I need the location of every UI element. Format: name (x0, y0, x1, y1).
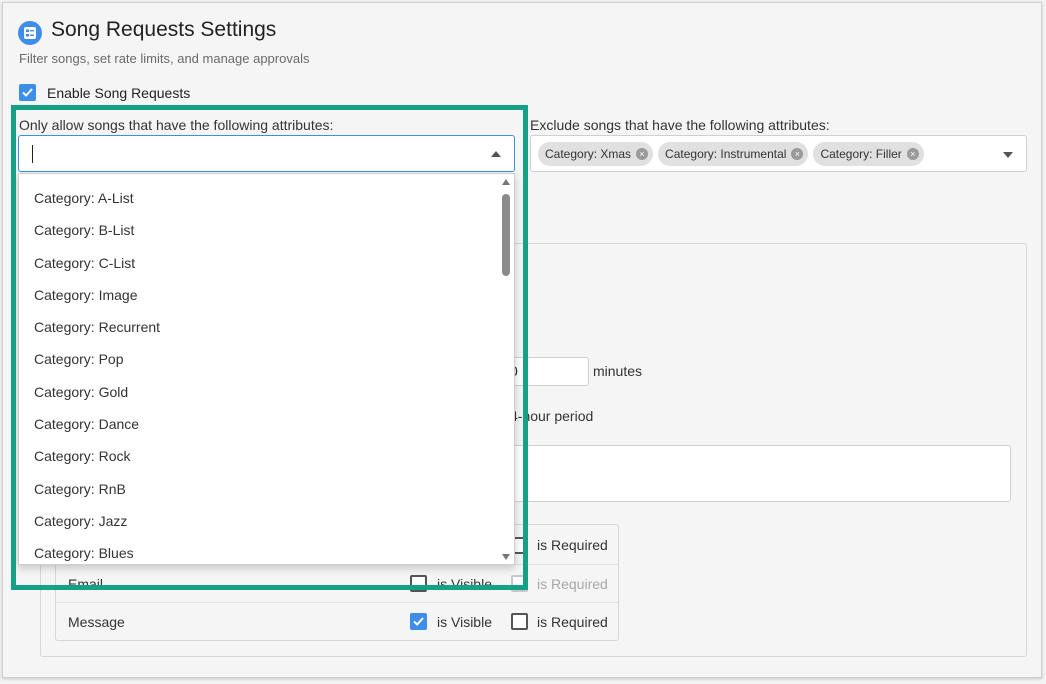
exclude-attributes-input[interactable]: Category: Xmas × Category: Instrumental × Ca… (530, 135, 1027, 172)
page-title: Song Requests Settings (51, 18, 277, 41)
dropdown-option[interactable]: Category: Dance (19, 408, 498, 440)
scroll-down-icon[interactable] (502, 554, 510, 560)
chevron-up-icon[interactable] (491, 151, 501, 157)
dropdown-option[interactable]: Category: Rock (19, 440, 498, 472)
chip-remove-icon[interactable]: × (791, 147, 804, 160)
chip-label: Category: Filler (820, 146, 902, 161)
dropdown-list: Category: A-List Category: B-List Category… (19, 182, 498, 564)
chevron-down-icon[interactable] (1003, 152, 1013, 158)
required-label: is Required (537, 575, 608, 592)
scrollbar-thumb[interactable] (502, 194, 510, 276)
dropdown-option[interactable]: Category: B-List (19, 214, 498, 246)
dropdown-option[interactable]: Category: Blues (19, 537, 498, 564)
chip-remove-icon[interactable]: × (636, 147, 649, 160)
visible-checkbox-message[interactable] (410, 613, 427, 630)
dropdown-option[interactable]: Category: Jazz (19, 505, 498, 537)
dropdown-option[interactable]: Category: Recurrent (19, 311, 498, 343)
dropdown-option[interactable]: Category: Image (19, 279, 498, 311)
dropdown-option[interactable]: Category: Gold (19, 376, 498, 408)
visible-label: is Visible (437, 575, 492, 592)
enable-song-requests-checkbox[interactable] (19, 84, 36, 101)
include-attributes-label: Only allow songs that have the following… (19, 117, 334, 133)
exclude-attributes-label: Exclude songs that have the following at… (530, 117, 830, 133)
checkmark-icon (413, 617, 424, 626)
dropdown-option[interactable]: Category: A-List (19, 182, 498, 214)
required-label: is Required (537, 537, 608, 553)
required-checkbox-message[interactable] (511, 613, 528, 630)
visible-label: is Visible (437, 613, 492, 630)
message-textarea[interactable] (510, 445, 1011, 502)
chip-label: Category: Xmas (545, 146, 632, 161)
dropdown-scrollbar[interactable] (501, 177, 511, 562)
field-name-email: Email (68, 575, 104, 592)
attribute-chip: Category: Xmas × (538, 141, 654, 166)
scroll-up-icon[interactable] (502, 179, 510, 185)
minutes-label: minutes (593, 363, 643, 379)
chip-label: Category: Instrumental (665, 146, 787, 161)
table-row: Email is Visible is Required (56, 564, 618, 602)
include-attributes-input[interactable] (18, 135, 515, 172)
attribute-chip: Category: Instrumental × (658, 141, 809, 166)
page-subtitle: Filter songs, set rate limits, and manag… (19, 51, 310, 66)
field-name-message: Message (68, 613, 125, 630)
table-row: Message is Visible is Required (56, 602, 618, 640)
include-attributes-dropdown: Category: A-List Category: B-List Category… (18, 173, 515, 565)
attribute-chip: Category: Filler × (813, 141, 924, 166)
dropdown-option[interactable]: Category: Pop (19, 343, 498, 375)
visible-checkbox-email[interactable] (410, 575, 427, 592)
enable-song-requests-label: Enable Song Requests (47, 84, 191, 101)
enable-song-requests-row[interactable]: Enable Song Requests (19, 84, 190, 101)
chip-remove-icon[interactable]: × (906, 147, 919, 160)
required-label: is Required (537, 613, 608, 630)
period-label: 4-hour period (510, 408, 594, 424)
text-cursor (32, 145, 33, 163)
required-checkbox-email (511, 575, 528, 592)
settings-list-icon (18, 21, 42, 45)
checkmark-icon (22, 88, 33, 97)
dropdown-option[interactable]: Category: RnB (19, 473, 498, 505)
dropdown-option[interactable]: Category: C-List (19, 247, 498, 279)
